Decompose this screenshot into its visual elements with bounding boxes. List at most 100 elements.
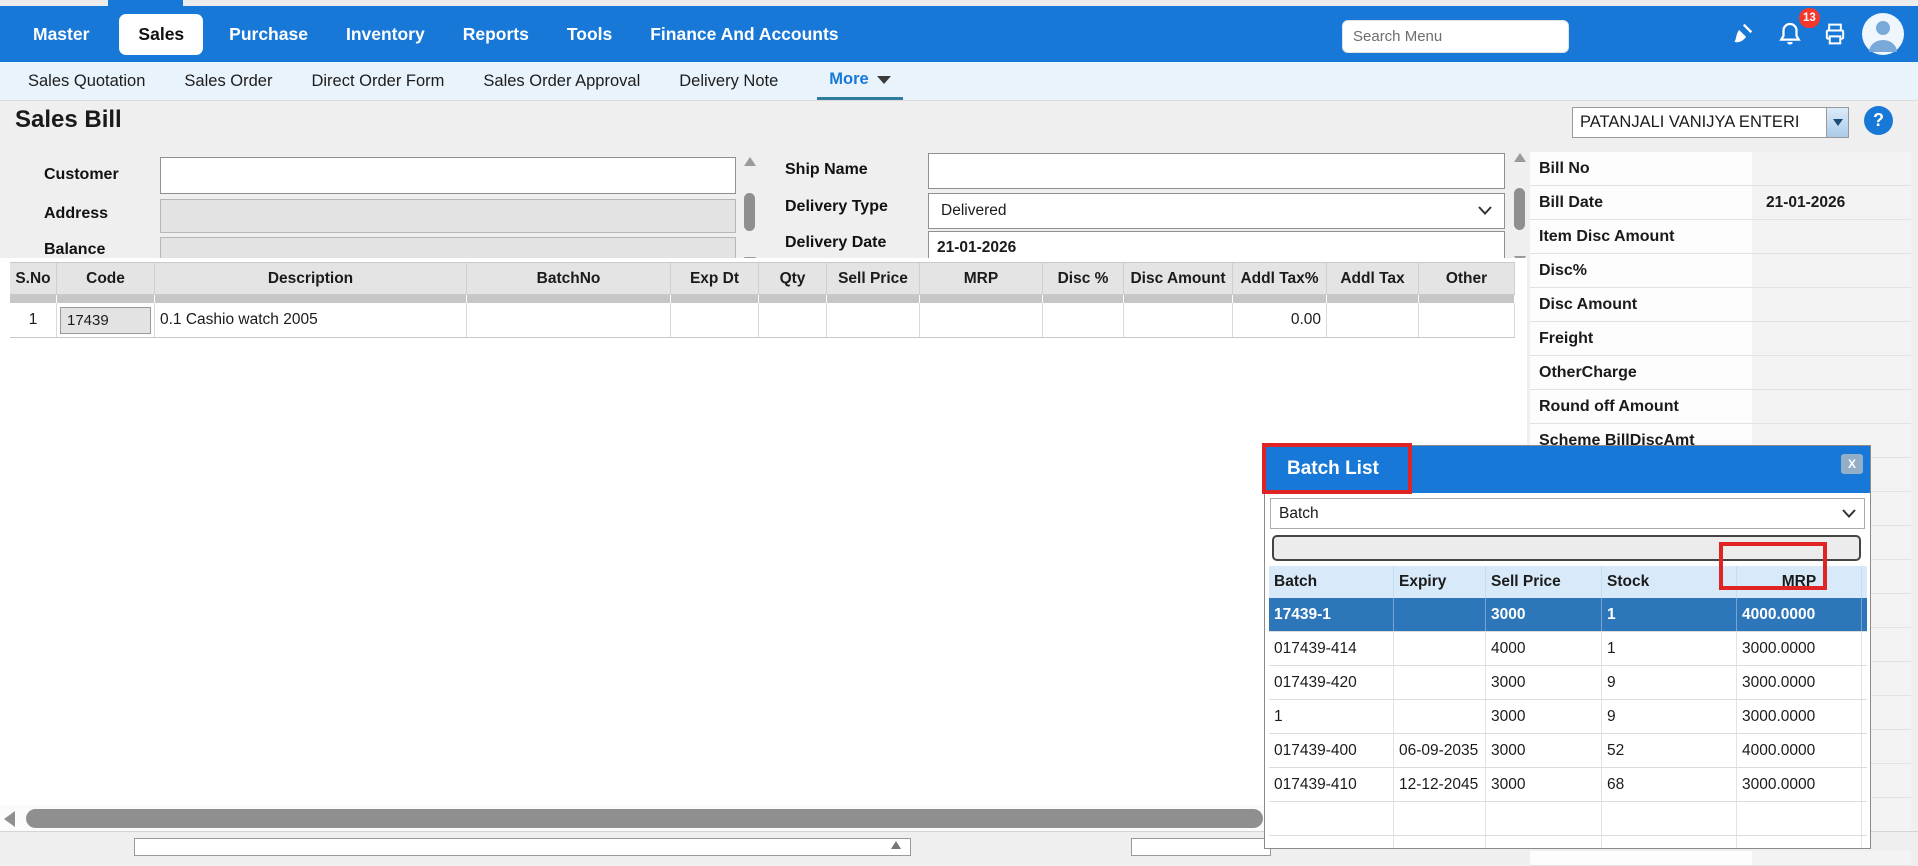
cell-other[interactable] [1419, 303, 1515, 337]
code-field[interactable]: 17439 [60, 307, 151, 334]
cell-sno[interactable]: 1 [10, 303, 57, 337]
column-header-batchno[interactable]: BatchNo [467, 263, 671, 294]
nav-item-inventory[interactable]: Inventory [346, 24, 425, 45]
batch-column-header-mrp[interactable]: MRP [1737, 566, 1862, 598]
scroll-left-icon[interactable] [4, 811, 15, 827]
cell-batch_no[interactable] [467, 303, 671, 337]
cell-sell_price[interactable] [827, 303, 920, 337]
cell-disc_pct[interactable] [1043, 303, 1124, 337]
batch-filter-select[interactable]: Batch [1270, 498, 1865, 529]
column-header-exp-dt[interactable]: Exp Dt [671, 263, 759, 294]
nav-item-reports[interactable]: Reports [463, 24, 529, 45]
subnav-item-delivery-note[interactable]: Delivery Note [679, 62, 778, 100]
subnav-item-more[interactable]: More [817, 62, 902, 100]
address-input[interactable] [160, 199, 736, 233]
brush-icon[interactable] [1725, 17, 1759, 51]
form-left-scrollbar[interactable] [742, 157, 757, 266]
nav-item-purchase[interactable]: Purchase [229, 24, 308, 45]
cell-code[interactable]: 17439 [57, 303, 155, 337]
batch-cell-mrp: 3000.0000 [1737, 700, 1862, 733]
subnav-item-sales-order[interactable]: Sales Order [184, 62, 272, 100]
column-header-disc[interactable]: Disc % [1043, 263, 1124, 294]
company-caret-icon[interactable] [1826, 108, 1848, 137]
scroll-up-icon[interactable] [1514, 153, 1526, 162]
column-header-mrp[interactable]: MRP [920, 263, 1043, 294]
column-header-other[interactable]: Other [1419, 263, 1515, 294]
column-header-s-no[interactable]: S.No [10, 263, 57, 294]
batch-cell-mrp [1737, 802, 1862, 835]
scroll-up-icon[interactable] [744, 157, 756, 166]
scroll-up-icon[interactable] [891, 841, 901, 849]
help-button[interactable]: ? [1864, 106, 1893, 135]
company-selector[interactable]: PATANJALI VANIJYA ENTERI [1572, 107, 1849, 138]
batch-column-header-stock[interactable]: Stock [1602, 566, 1737, 598]
column-header-addl-tax[interactable]: Addl Tax% [1233, 263, 1327, 294]
subnav-item-sales-order-approval[interactable]: Sales Order Approval [483, 62, 640, 100]
batch-cell-mrp: 3000.0000 [1737, 768, 1862, 801]
batch-cell-expiry [1394, 666, 1486, 699]
cell-exp_dt[interactable] [671, 303, 759, 337]
batch-row[interactable]: 017439-41012-12-20453000683000.0000 [1269, 768, 1867, 802]
batch-row-selected[interactable]: 17439-1300014000.0000 [1269, 598, 1867, 632]
batch-cell-mrp [1737, 836, 1862, 849]
cell-disc_amount[interactable] [1124, 303, 1233, 337]
batch-row[interactable]: 1300093000.0000 [1269, 700, 1867, 734]
nav-item-master[interactable]: Master [33, 24, 89, 45]
form-mid-scrollbar[interactable] [1512, 153, 1527, 265]
batch-column-header-batch[interactable]: Batch [1269, 566, 1394, 598]
column-header-addl-tax[interactable]: Addl Tax [1327, 263, 1419, 294]
column-header-description[interactable]: Description [155, 263, 467, 294]
batch-row[interactable]: 017439-40006-09-20353000524000.0000 [1269, 734, 1867, 768]
caret-down-icon [877, 76, 891, 84]
remarks-input[interactable] [134, 838, 911, 856]
batch-cell-stock: 9 [1602, 700, 1737, 733]
batch-search-input[interactable] [1272, 535, 1861, 561]
batch-column-header-expiry[interactable]: Expiry [1394, 566, 1486, 598]
scroll-thumb[interactable] [744, 193, 755, 231]
summary-label: Bill No [1530, 152, 1752, 185]
delivery-type-select[interactable]: Delivered [928, 193, 1505, 229]
batch-cell-sell_price: 3000 [1486, 598, 1602, 631]
horizontal-scroll-thumb[interactable] [26, 809, 1263, 828]
batch-cell-expiry [1394, 632, 1486, 665]
batch-row[interactable]: 017439-414400013000.0000 [1269, 632, 1867, 666]
ship-name-input[interactable] [928, 153, 1505, 189]
batch-cell-batch: 017439-420 [1269, 666, 1394, 699]
summary-value [1752, 356, 1911, 389]
cell-mrp[interactable] [920, 303, 1043, 337]
column-header-qty[interactable]: Qty [759, 263, 827, 294]
table-row[interactable]: 1174390.1 Cashio watch 2005 0.00 [10, 303, 1515, 338]
scroll-thumb[interactable] [1514, 188, 1525, 230]
nav-item-tools[interactable]: Tools [567, 24, 612, 45]
summary-row: Disc Amount [1530, 288, 1911, 322]
cell-addl_tax_pct[interactable]: 0.00 [1233, 303, 1327, 337]
nav-item-sales[interactable]: Sales [119, 14, 203, 55]
batch-cell-stock: 1 [1602, 598, 1737, 631]
nav-item-finance-and-accounts[interactable]: Finance And Accounts [650, 24, 838, 45]
delivery-type-label: Delivery Type [785, 198, 888, 216]
column-header-disc-amount[interactable]: Disc Amount [1124, 263, 1233, 294]
subnav-item-sales-quotation[interactable]: Sales Quotation [28, 62, 145, 100]
avatar[interactable] [1861, 12, 1905, 56]
cell-qty[interactable] [759, 303, 827, 337]
column-header-code[interactable]: Code [57, 263, 155, 294]
batch-row[interactable] [1269, 802, 1867, 836]
subnav-item-direct-order-form[interactable]: Direct Order Form [311, 62, 444, 100]
batch-row[interactable] [1269, 836, 1867, 849]
column-header-sell-price[interactable]: Sell Price [827, 263, 920, 294]
batch-cell-sell_price: 3000 [1486, 700, 1602, 733]
customer-input[interactable] [160, 157, 736, 194]
cell-addl_tax[interactable] [1327, 303, 1419, 337]
batch-cell-sell_price: 3000 [1486, 666, 1602, 699]
batch-column-header-sell-price[interactable]: Sell Price [1486, 566, 1602, 598]
summary-value[interactable]: 21-01-2026 [1752, 186, 1911, 219]
bottom-secondary-input[interactable] [1131, 838, 1271, 856]
batch-cell-stock: 1 [1602, 632, 1737, 665]
cell-description[interactable]: 0.1 Cashio watch 2005 [155, 303, 467, 337]
batch-row[interactable]: 017439-420300093000.0000 [1269, 666, 1867, 700]
printer-icon[interactable] [1818, 17, 1852, 51]
search-input[interactable] [1343, 21, 1568, 52]
batch-table-header: BatchExpirySell PriceStockMRP [1269, 566, 1867, 598]
close-icon[interactable]: X [1841, 454, 1863, 474]
summary-value [1752, 390, 1911, 423]
